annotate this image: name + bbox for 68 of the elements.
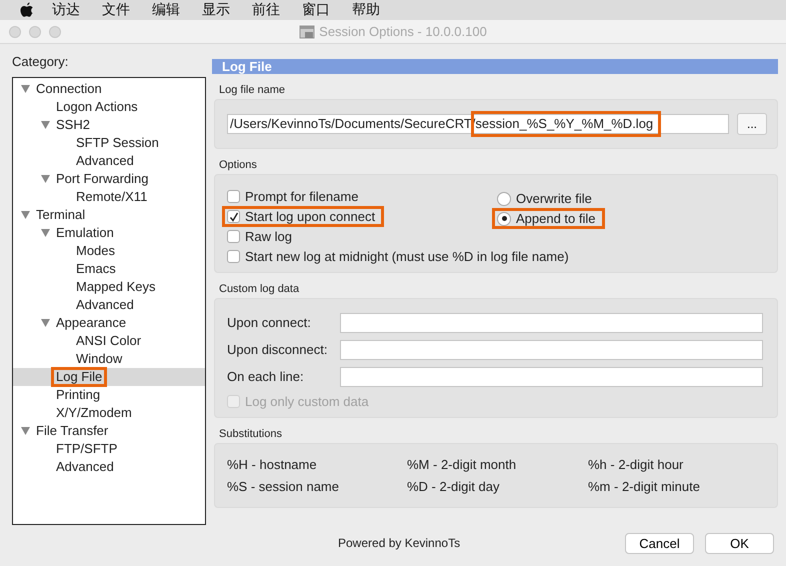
field-label: Upon disconnect: — [227, 342, 328, 358]
apple-icon[interactable] — [20, 2, 34, 18]
tree-item[interactable]: FTP/SFTP — [13, 440, 205, 458]
tree-item[interactable]: Printing — [13, 386, 205, 404]
tree-item[interactable]: Log File — [13, 368, 205, 386]
tree-item[interactable]: Modes — [13, 242, 205, 260]
panel-header: Log File — [212, 58, 778, 74]
disclosure-triangle-icon[interactable] — [21, 210, 30, 219]
option-checkbox[interactable]: Start new log at midnight (must use %D in log file name) — [222, 246, 578, 268]
tree-item[interactable]: Connection — [13, 80, 205, 98]
substitution-text: %h - 2-digit hour — [588, 456, 684, 474]
substitution-text: %H - hostname — [227, 456, 317, 474]
tree-item[interactable]: X/Y/Zmodem — [13, 404, 205, 422]
tree-item[interactable]: Logon Actions — [13, 98, 205, 116]
section-label: Log file name — [219, 84, 286, 96]
tree-item[interactable]: File Transfer — [13, 422, 205, 440]
tree-item[interactable]: SFTP Session — [13, 134, 205, 152]
menu-item[interactable]: 帮助 — [352, 1, 380, 20]
browse-button[interactable]: ... — [737, 112, 767, 135]
menu-item[interactable]: 显示 — [202, 1, 230, 20]
option-radio[interactable]: Overwrite file — [492, 188, 601, 210]
disclosure-triangle-icon[interactable] — [41, 228, 50, 237]
disclosure-triangle-icon[interactable] — [21, 84, 30, 93]
window-icon — [299, 24, 316, 39]
option-checkbox[interactable]: Start log upon connect — [222, 206, 384, 228]
disclosure-triangle-icon[interactable] — [41, 174, 50, 183]
disclosure-triangle-icon[interactable] — [41, 120, 50, 129]
input-field[interactable] — [340, 312, 763, 333]
checkmark-icon — [228, 212, 238, 222]
section-label: Options — [219, 158, 257, 171]
substitution-text: %m - 2-digit minute — [588, 478, 700, 496]
field-label: Upon connect: — [227, 315, 312, 330]
tree-item[interactable]: ANSI Color — [13, 332, 205, 350]
tree-item[interactable]: Terminal — [13, 206, 205, 224]
tree-item[interactable]: Advanced — [13, 458, 205, 476]
tree-item[interactable]: Advanced — [13, 296, 205, 314]
tree-item[interactable]: Emulation — [13, 224, 205, 242]
menu-item[interactable]: 访达 — [52, 1, 80, 20]
option-radio[interactable]: Append to file — [492, 208, 605, 230]
section-label: Substitutions — [219, 428, 282, 440]
section-label: Custom log data — [219, 282, 300, 295]
input-field[interactable] — [340, 366, 763, 387]
tree-item[interactable]: Mapped Keys — [13, 278, 205, 296]
input-field[interactable] — [340, 340, 763, 360]
substitution-text: %S - session name — [227, 478, 339, 496]
category-label: Category: — [12, 54, 68, 69]
footer-text: Powered by KevinnoTs — [338, 536, 460, 550]
disclosure-triangle-icon[interactable] — [41, 318, 50, 327]
tree-item[interactable]: Remote/X11 — [13, 188, 205, 206]
dialog-button[interactable]: Cancel — [625, 532, 694, 554]
substitution-text: %M - 2-digit month — [407, 456, 516, 474]
menu-item[interactable]: 编辑 — [152, 1, 180, 20]
tree-item[interactable]: SSH2 — [13, 116, 205, 134]
tree-item[interactable]: Appearance — [13, 314, 205, 332]
tree-item[interactable]: Port Forwarding — [13, 170, 205, 188]
dialog-button[interactable]: OK — [705, 532, 774, 554]
option-checkbox[interactable]: Prompt for filename — [222, 186, 368, 208]
tree-item[interactable]: Window — [13, 350, 205, 368]
menu-item[interactable]: 窗口 — [302, 1, 330, 20]
disclosure-triangle-icon[interactable] — [21, 426, 30, 435]
menu-item[interactable]: 文件 — [102, 1, 130, 20]
option-checkbox[interactable]: Raw log — [222, 226, 301, 248]
substitution-text: %D - 2-digit day — [407, 478, 500, 496]
window-title: Session Options - 10.0.0.100 — [319, 24, 487, 40]
field-label: On each line: — [227, 369, 305, 384]
menu-item[interactable]: 前往 — [252, 1, 280, 20]
tree-item[interactable]: Emacs — [13, 260, 205, 278]
tree-item[interactable]: Advanced — [13, 152, 205, 170]
